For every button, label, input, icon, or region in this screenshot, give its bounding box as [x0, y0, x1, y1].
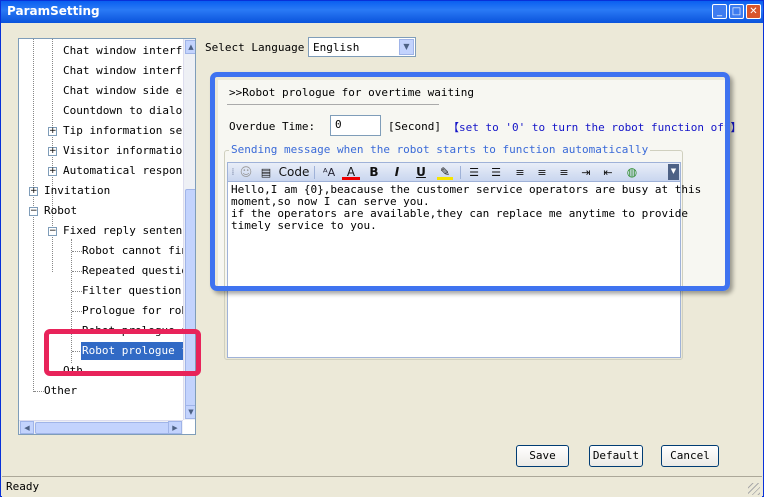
- scroll-thumb-horizontal[interactable]: [35, 422, 173, 434]
- tree-item[interactable]: Chat window interfac: [63, 62, 195, 80]
- tree-item[interactable]: Prologue for robo: [82, 302, 195, 320]
- save-button[interactable]: Save: [516, 445, 569, 467]
- tree-connector: [72, 291, 82, 292]
- tree-item[interactable]: Tip information sett: [63, 122, 195, 140]
- expand-icon[interactable]: +: [29, 187, 38, 196]
- cancel-button[interactable]: Cancel: [661, 445, 719, 467]
- window-title: ParamSetting: [7, 4, 100, 18]
- tree-item-fixed-reply[interactable]: Fixed reply sentence: [63, 222, 195, 240]
- title-bar[interactable]: ParamSetting _ □ ✕: [1, 1, 763, 23]
- chevron-down-icon[interactable]: ▼: [399, 39, 414, 55]
- tree-item[interactable]: Automatical response: [63, 162, 195, 180]
- maximize-button[interactable]: □: [729, 4, 744, 19]
- status-bar: Ready: [2, 476, 762, 497]
- tree-item-invitation[interactable]: Invitation: [44, 182, 110, 200]
- annotation-highlight-box: [44, 329, 201, 376]
- tree-connector: [72, 251, 82, 252]
- tree-item-other[interactable]: Other: [44, 382, 77, 400]
- tree-connector: [72, 271, 82, 272]
- language-label: Select Language: [205, 41, 305, 54]
- default-button[interactable]: Default: [589, 445, 643, 467]
- scroll-right-arrow-icon[interactable]: ▶: [168, 421, 182, 434]
- scroll-left-arrow-icon[interactable]: ◀: [20, 421, 34, 434]
- param-setting-window: ParamSetting _ □ ✕ Chat window interfac …: [0, 0, 764, 497]
- tree-horizontal-scrollbar[interactable]: ◀ ▶: [19, 420, 183, 434]
- tree-item[interactable]: Repeated question: [82, 262, 195, 280]
- tree-connector: [34, 391, 44, 392]
- collapse-icon[interactable]: −: [29, 207, 38, 216]
- status-text: Ready: [6, 480, 40, 493]
- scroll-down-arrow-icon[interactable]: ▼: [185, 405, 195, 419]
- tree-item[interactable]: Visitor information: [63, 142, 189, 160]
- expand-icon[interactable]: +: [48, 127, 57, 136]
- tree-connector: [72, 311, 82, 312]
- language-select[interactable]: English ▼: [308, 37, 416, 57]
- minimize-button[interactable]: _: [712, 4, 727, 19]
- language-value: English: [313, 41, 360, 54]
- annotation-frame: [210, 72, 730, 291]
- tree-item[interactable]: Filter question: [82, 282, 181, 300]
- tree-item-robot[interactable]: Robot: [44, 202, 77, 220]
- close-button[interactable]: ✕: [746, 4, 761, 19]
- tree-item[interactable]: Chat window side edg: [63, 82, 195, 100]
- tree-item[interactable]: Chat window interfac: [63, 42, 195, 60]
- tree-item[interactable]: Countdown to dialog: [63, 102, 189, 120]
- collapse-icon[interactable]: −: [48, 227, 57, 236]
- scroll-thumb[interactable]: [185, 189, 195, 409]
- resize-grip-icon[interactable]: [748, 483, 760, 495]
- scroll-up-arrow-icon[interactable]: ▲: [185, 40, 195, 54]
- expand-icon[interactable]: +: [48, 167, 57, 176]
- tree-item[interactable]: Robot cannot find: [82, 242, 195, 260]
- expand-icon[interactable]: +: [48, 147, 57, 156]
